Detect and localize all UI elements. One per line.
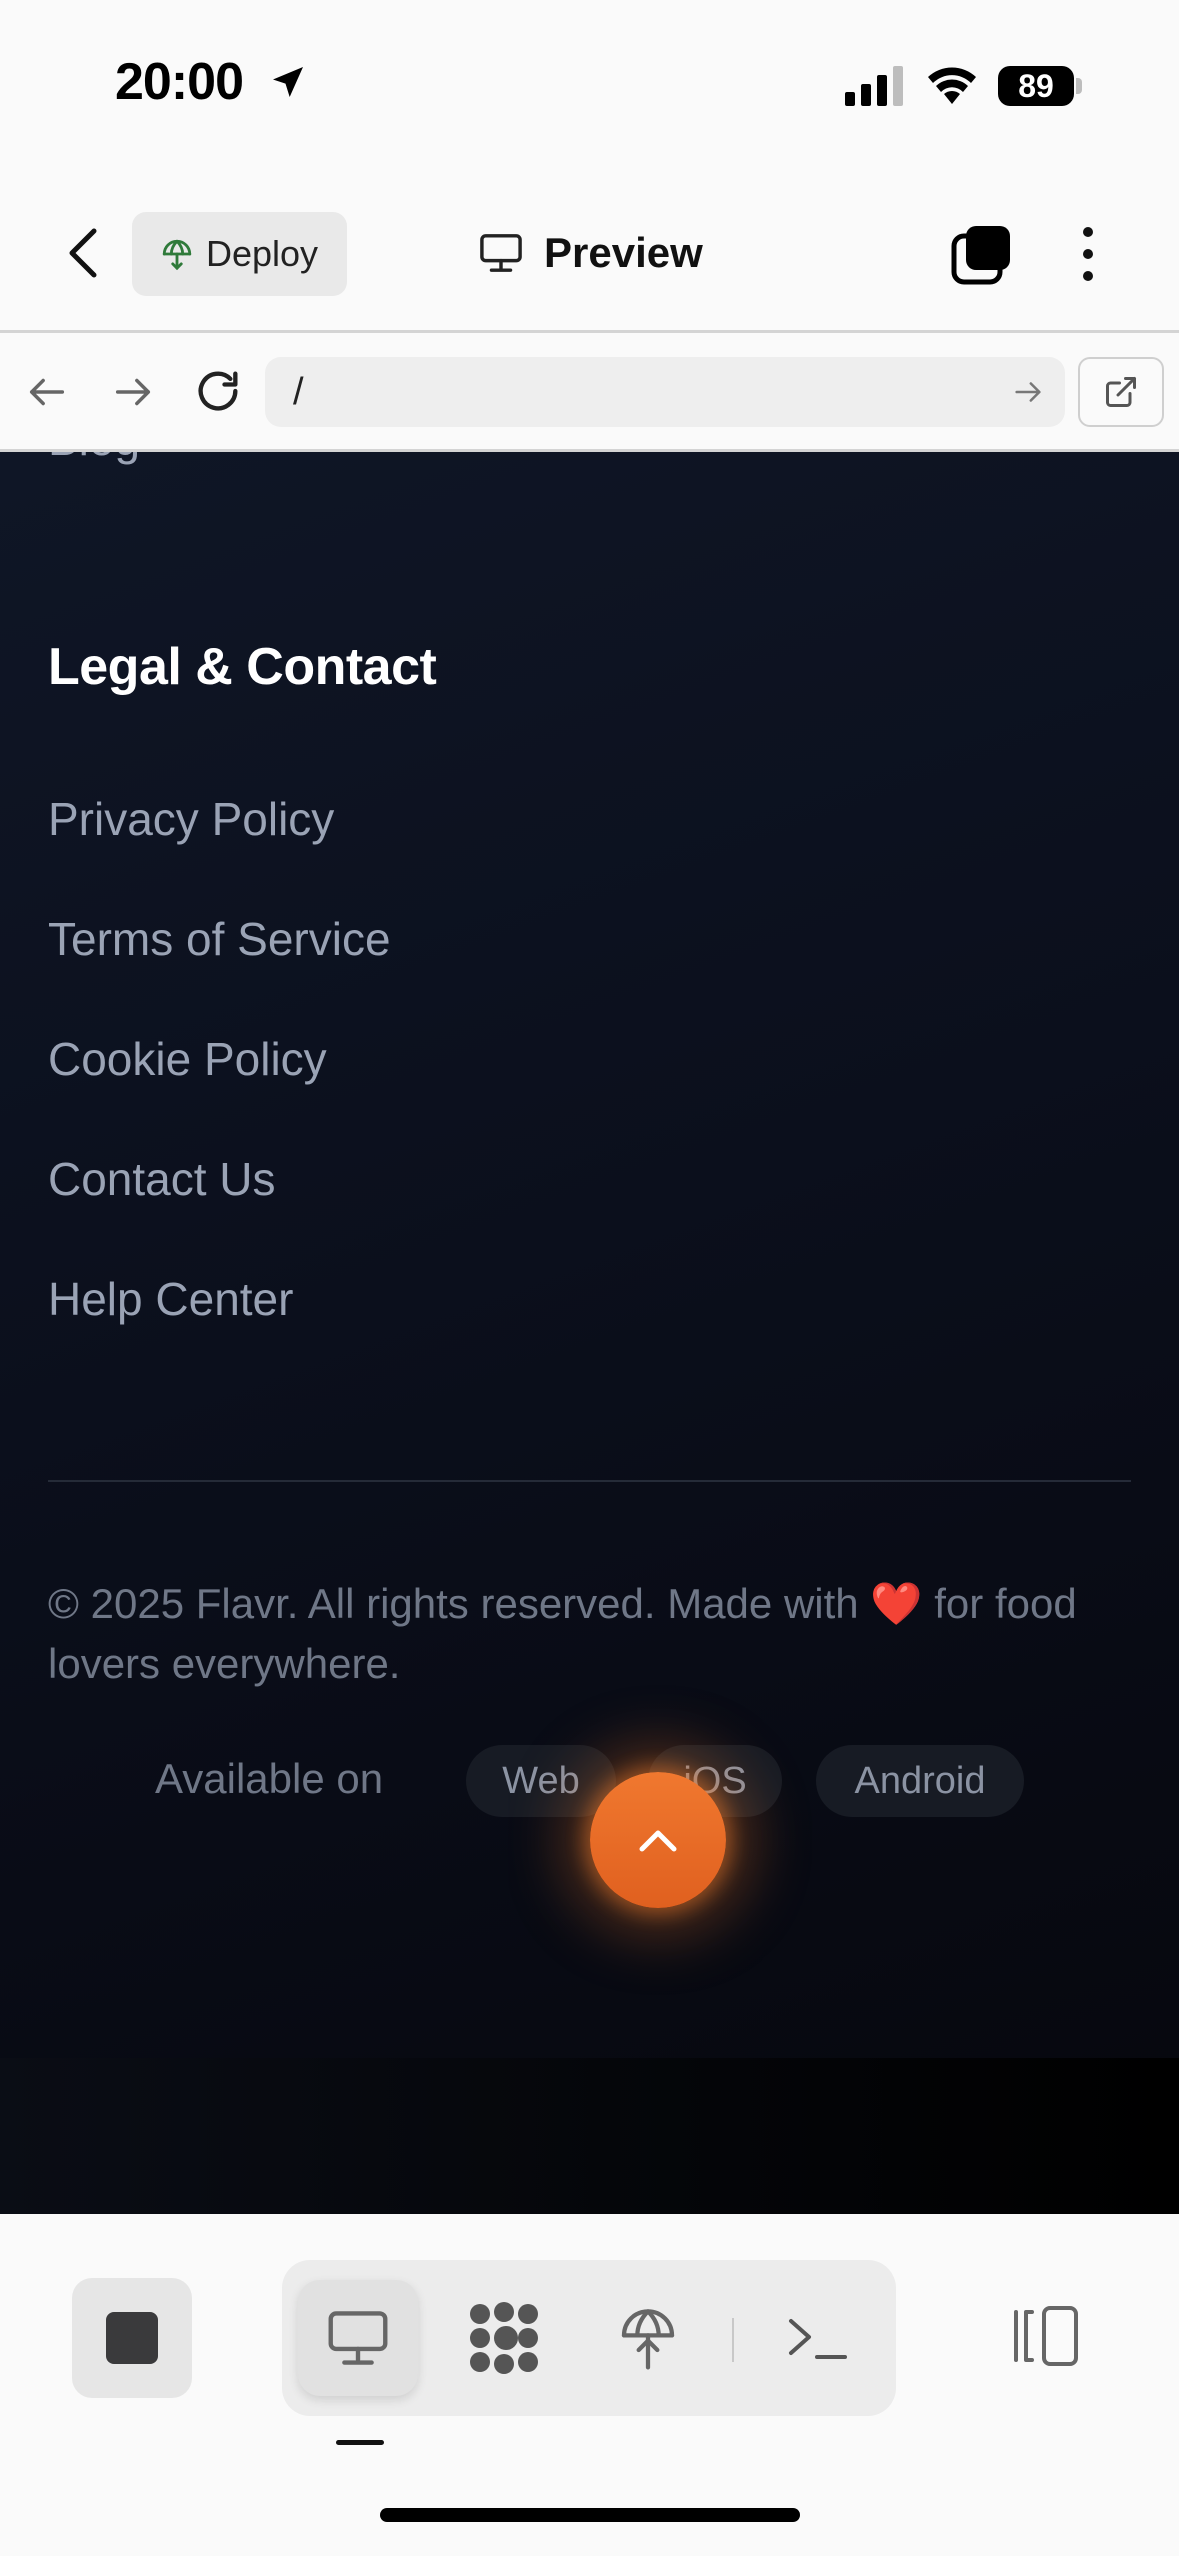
- stop-icon: [106, 2312, 158, 2364]
- shell-view-button[interactable]: [758, 2280, 878, 2396]
- app-header: Deploy Preview: [0, 175, 1179, 333]
- monitor-icon: [480, 234, 522, 272]
- deploy-label: Deploy: [206, 233, 319, 274]
- terminal-icon: [789, 2319, 847, 2359]
- view-switcher-divider: [732, 2318, 734, 2362]
- footer-link-help[interactable]: Help Center: [48, 1272, 293, 1326]
- copyright-text: © 2025 Flavr. All rights reserved. Made …: [48, 1580, 1077, 1687]
- battery-tip: [1076, 78, 1082, 94]
- preview-view-button[interactable]: [298, 2280, 418, 2396]
- deploy-globe-icon: [621, 2309, 675, 2370]
- location-arrow-icon: [273, 67, 303, 97]
- battery-level: 89: [998, 66, 1074, 106]
- web-preview: Blog Legal & Contact Privacy Policy Term…: [0, 452, 1179, 2214]
- legal-contact-heading: Legal & Contact: [48, 638, 437, 696]
- available-on-label: Available on: [155, 1755, 384, 1802]
- footer-link-privacy[interactable]: Privacy Policy: [48, 792, 334, 846]
- arrow-left-icon[interactable]: [24, 369, 70, 415]
- bottom-toolbar: [0, 2214, 1179, 2556]
- monitor-icon: [328, 2311, 388, 2365]
- go-arrow-icon[interactable]: [1011, 375, 1045, 409]
- footer-link-contact[interactable]: Contact Us: [48, 1152, 276, 1206]
- home-indicator: [380, 2508, 800, 2522]
- active-tab-indicator: [336, 2440, 384, 2445]
- cellular-signal-icon: [845, 66, 903, 106]
- status-time: 20:00: [115, 53, 244, 111]
- tabs-icon[interactable]: [950, 222, 1014, 286]
- stop-button[interactable]: [72, 2278, 192, 2398]
- footer-link-cookie[interactable]: Cookie Policy: [48, 1032, 327, 1086]
- deploy-globe-icon: [162, 239, 192, 271]
- preview-title[interactable]: Preview: [478, 223, 703, 283]
- agent-view-button[interactable]: [444, 2280, 564, 2396]
- footer-divider: [48, 1480, 1131, 1482]
- open-external-button[interactable]: [1078, 357, 1164, 427]
- footer-link-blog[interactable]: Blog: [48, 452, 140, 466]
- split-panel-icon[interactable]: [1008, 2304, 1082, 2368]
- reload-icon[interactable]: [192, 365, 244, 417]
- url-input[interactable]: /: [265, 357, 1065, 427]
- scroll-to-top-button[interactable]: [590, 1772, 726, 1908]
- preview-label: Preview: [544, 229, 703, 276]
- platform-badge-web[interactable]: Web: [466, 1745, 616, 1817]
- url-bar: /: [0, 333, 1179, 452]
- back-button[interactable]: [58, 223, 108, 283]
- arrow-right-icon[interactable]: [110, 369, 156, 415]
- deploy-view-button[interactable]: [588, 2280, 708, 2396]
- url-text: /: [293, 370, 304, 413]
- footer-link-terms[interactable]: Terms of Service: [48, 912, 391, 966]
- page-bottom-area: [0, 2058, 1179, 2214]
- wifi-icon: [928, 67, 976, 104]
- platform-badge-android[interactable]: Android: [816, 1745, 1024, 1817]
- agent-dots-icon: [470, 2302, 538, 2374]
- external-link-icon: [1106, 377, 1136, 407]
- status-bar: 20:00 89: [0, 0, 1179, 175]
- deploy-button[interactable]: Deploy: [132, 212, 347, 296]
- view-switcher: [282, 2260, 896, 2416]
- more-vertical-icon[interactable]: [1072, 222, 1104, 286]
- chevron-left-icon: [69, 228, 97, 278]
- chevron-up-icon: [639, 1830, 677, 1852]
